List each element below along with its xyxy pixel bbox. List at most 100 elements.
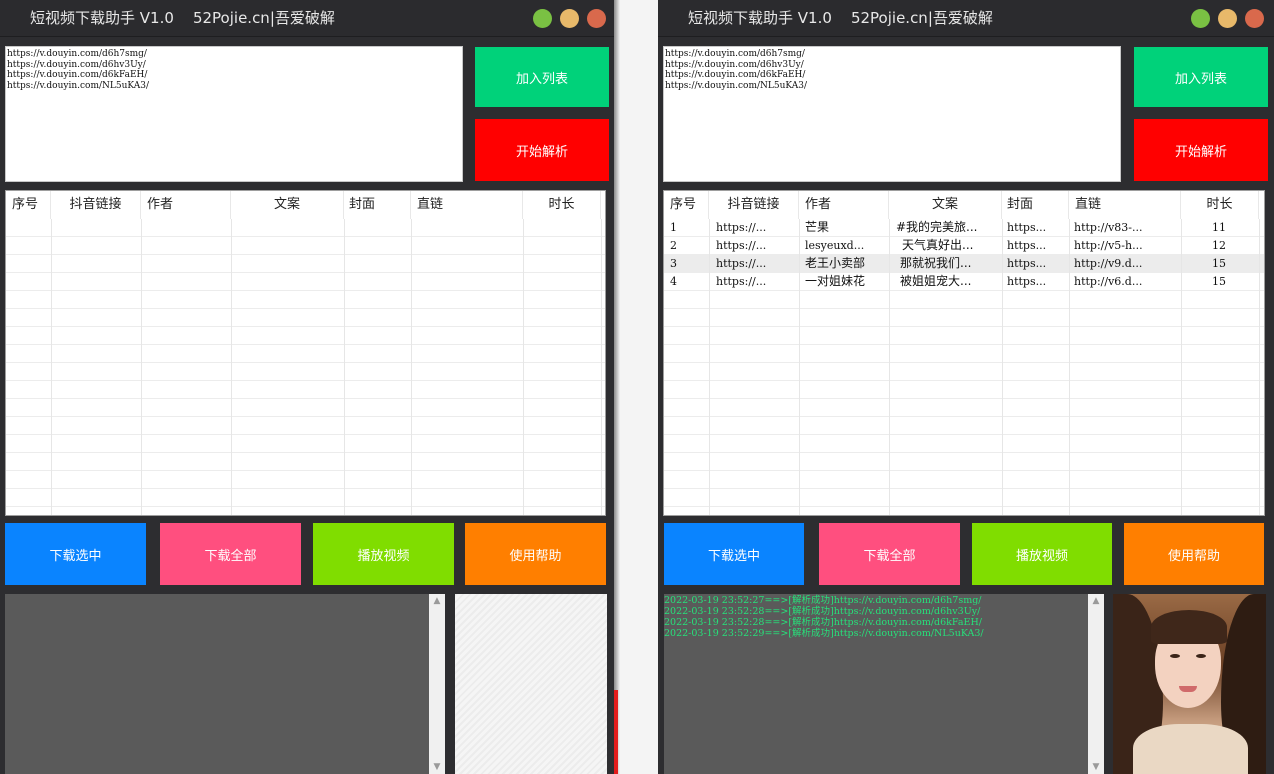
cell-direct: http://v6.d... [1074, 275, 1143, 288]
cell-author: 芒果 [805, 220, 830, 234]
table-header: 序号 抖音链接 作者 文案 封面 直链 时长 [6, 191, 605, 219]
col-direct[interactable]: 直链 [411, 191, 523, 219]
table-row-empty [664, 453, 1264, 471]
col-author[interactable]: 作者 [141, 191, 231, 219]
background-window-edge [614, 690, 618, 774]
cell-text: 被姐姐宠大... [900, 274, 972, 288]
cell-duration: 12 [1212, 239, 1226, 252]
log-box[interactable]: 2022-03-19 23:52:27==>[解析成功]https://v.do… [664, 594, 1088, 774]
col-cover[interactable]: 封面 [344, 191, 411, 219]
col-direct[interactable]: 直链 [1069, 191, 1181, 219]
title-bar[interactable]: 短视频下载助手 V1.0 52Pojie.cn|吾爱破解 [0, 0, 614, 37]
table-row-empty [6, 255, 605, 273]
log-box[interactable] [5, 594, 429, 774]
cell-index: 2 [670, 239, 677, 252]
maximize-icon[interactable] [560, 9, 579, 28]
scroll-up-icon[interactable]: ▲ [1088, 596, 1104, 606]
minimize-icon[interactable] [533, 9, 552, 28]
table-row-empty [6, 489, 605, 507]
cell-duration: 15 [1212, 275, 1226, 288]
video-table[interactable]: 序号 抖音链接 作者 文案 封面 直链 时长 1 https://... 芒果 … [663, 190, 1265, 516]
url-input[interactable]: https://v.douyin.com/d6h7smg/ https://v.… [663, 46, 1121, 182]
table-row-empty [664, 471, 1264, 489]
add-to-list-button[interactable]: 加入列表 [1134, 47, 1268, 107]
col-text[interactable]: 文案 [231, 191, 344, 219]
column-divider [1069, 219, 1070, 515]
table-row-empty [6, 435, 605, 453]
desktop-gap [614, 0, 658, 774]
col-cover[interactable]: 封面 [1002, 191, 1069, 219]
app-window-after: 短视频下载助手 V1.0 52Pojie.cn|吾爱破解 https://v.d… [658, 0, 1274, 774]
column-divider [799, 219, 800, 515]
url-input[interactable]: https://v.douyin.com/d6h7smg/ https://v.… [5, 46, 463, 182]
cell-author: 老王小卖部 [805, 256, 866, 270]
column-divider [1259, 219, 1260, 515]
col-index[interactable]: 序号 [664, 191, 709, 219]
play-video-button[interactable]: 播放视频 [313, 523, 454, 585]
minimize-icon[interactable] [1191, 9, 1210, 28]
table-header: 序号 抖音链接 作者 文案 封面 直链 时长 [664, 191, 1264, 219]
cell-link: https://... [716, 275, 767, 288]
cell-text: 天气真好出... [902, 238, 974, 252]
table-row-empty [664, 435, 1264, 453]
cell-index: 1 [670, 221, 677, 234]
log-scrollbar[interactable]: ▲ ▼ [1088, 594, 1104, 774]
cell-index: 3 [670, 257, 677, 270]
table-row-empty [664, 309, 1264, 327]
download-selected-button[interactable]: 下载选中 [664, 523, 804, 585]
maximize-icon[interactable] [1218, 9, 1237, 28]
table-row-empty [6, 327, 605, 345]
table-row-empty [664, 327, 1264, 345]
table-row-empty [6, 309, 605, 327]
column-divider [344, 219, 345, 515]
log-line: 2022-03-19 23:52:27==>[解析成功]https://v.do… [664, 595, 982, 606]
play-video-button[interactable]: 播放视频 [972, 523, 1112, 585]
table-row-empty [664, 381, 1264, 399]
log-line: 2022-03-19 23:52:28==>[解析成功]https://v.do… [664, 617, 982, 628]
table-row[interactable]: 3 https://... 老王小卖部 那就祝我们... https... ht… [664, 255, 1264, 273]
download-all-button[interactable]: 下载全部 [160, 523, 301, 585]
cover-preview [455, 594, 607, 774]
close-icon[interactable] [587, 9, 606, 28]
window-title: 短视频下载助手 V1.0 52Pojie.cn|吾爱破解 [688, 9, 993, 27]
col-link[interactable]: 抖音链接 [51, 191, 141, 219]
close-icon[interactable] [1245, 9, 1264, 28]
table-row[interactable]: 2 https://... lesyeuxd... 天气真好出... https… [664, 237, 1264, 255]
scroll-down-icon[interactable]: ▼ [429, 762, 445, 772]
help-button[interactable]: 使用帮助 [1124, 523, 1264, 585]
title-bar[interactable]: 短视频下载助手 V1.0 52Pojie.cn|吾爱破解 [658, 0, 1274, 37]
table-row-empty [664, 399, 1264, 417]
table-body [6, 219, 605, 515]
table-row-empty [664, 291, 1264, 309]
col-text[interactable]: 文案 [889, 191, 1002, 219]
cell-text: #我的完美旅... [896, 220, 978, 234]
help-button[interactable]: 使用帮助 [465, 523, 606, 585]
table-row-empty [6, 381, 605, 399]
table-row-empty [664, 363, 1264, 381]
col-link[interactable]: 抖音链接 [709, 191, 799, 219]
table-row-empty [6, 471, 605, 489]
start-parse-button[interactable]: 开始解析 [1134, 119, 1268, 181]
col-author[interactable]: 作者 [799, 191, 889, 219]
download-selected-button[interactable]: 下载选中 [5, 523, 146, 585]
scroll-up-icon[interactable]: ▲ [429, 596, 445, 606]
col-duration[interactable]: 时长 [523, 191, 601, 219]
cell-link: https://... [716, 239, 767, 252]
table-row[interactable]: 1 https://... 芒果 #我的完美旅... https... http… [664, 219, 1264, 237]
video-table[interactable]: 序号 抖音链接 作者 文案 封面 直链 时长 [5, 190, 606, 516]
column-divider [1181, 219, 1182, 515]
col-index[interactable]: 序号 [6, 191, 51, 219]
add-to-list-button[interactable]: 加入列表 [475, 47, 609, 107]
log-scrollbar[interactable]: ▲ ▼ [429, 594, 445, 774]
scroll-down-icon[interactable]: ▼ [1088, 762, 1104, 772]
table-row-empty [6, 345, 605, 363]
cell-link: https://... [716, 221, 767, 234]
cell-author: 一对姐妹花 [805, 274, 866, 288]
start-parse-button[interactable]: 开始解析 [475, 119, 609, 181]
table-body: 1 https://... 芒果 #我的完美旅... https... http… [664, 219, 1264, 515]
column-divider [601, 219, 602, 515]
col-duration[interactable]: 时长 [1181, 191, 1259, 219]
table-row[interactable]: 4 https://... 一对姐妹花 被姐姐宠大... https... ht… [664, 273, 1264, 291]
download-all-button[interactable]: 下载全部 [819, 523, 960, 585]
cell-cover: https... [1007, 221, 1047, 234]
